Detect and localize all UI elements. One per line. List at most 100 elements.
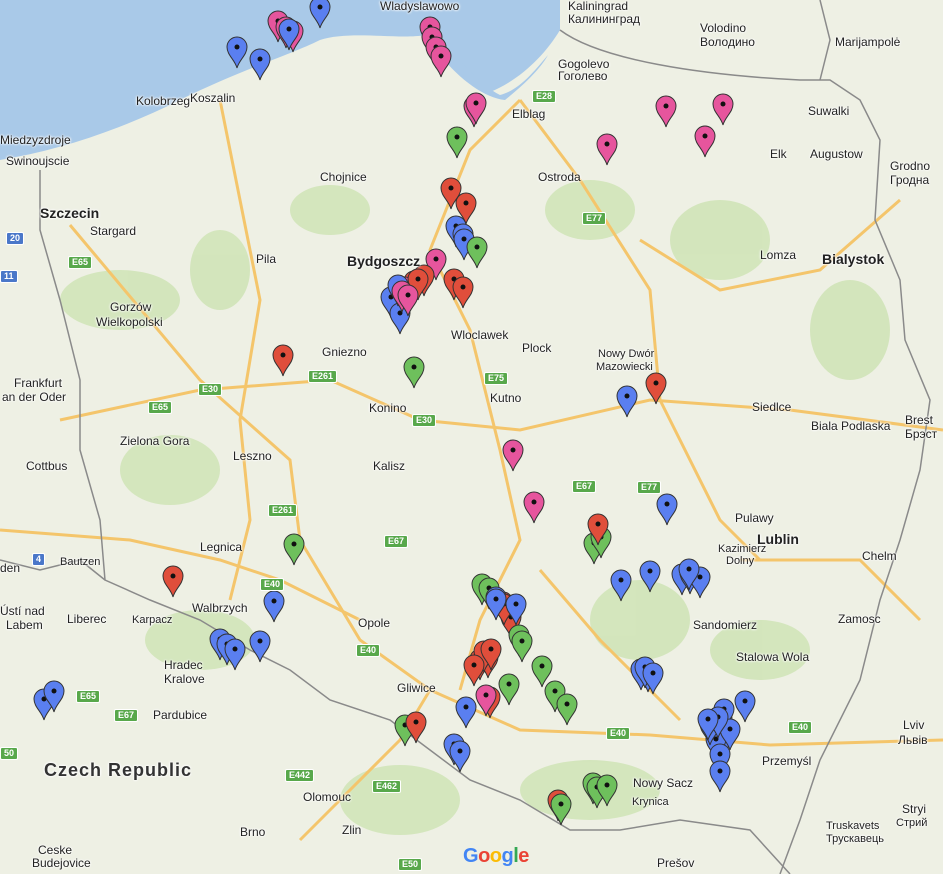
road-shield: E65 xyxy=(76,690,101,703)
road-shield: E40 xyxy=(788,721,813,734)
place-label: Volodino xyxy=(700,21,747,35)
place-label: Kolobrzeg xyxy=(136,94,191,108)
place-label: Gliwice xyxy=(397,681,436,695)
place-label: Marijampolė xyxy=(835,35,901,49)
road-shield: 20 xyxy=(6,232,25,245)
road-shield: 11 xyxy=(0,270,18,283)
place-label: Brest xyxy=(905,413,934,427)
google-logo: Google xyxy=(463,845,529,867)
place-label: Стрий xyxy=(896,817,928,829)
place-label: Leszno xyxy=(233,449,272,463)
place-label: Брэст xyxy=(905,427,938,441)
place-label: Stalowa Wola xyxy=(736,650,810,664)
road-shield: E40 xyxy=(356,644,381,657)
place-label: Wielkopolski xyxy=(96,315,163,329)
place-label: Czech Republic xyxy=(44,760,193,780)
road-shield: E462 xyxy=(372,780,402,793)
road-shield: E67 xyxy=(384,535,409,548)
place-label: Karpacz xyxy=(132,614,173,626)
place-label: Labem xyxy=(6,618,43,632)
place-label: Chelm xyxy=(862,549,897,563)
place-label: den xyxy=(0,561,21,575)
place-label: Володино xyxy=(700,35,755,49)
place-label: Львів xyxy=(898,733,928,747)
place-label: Wloclawek xyxy=(451,328,509,342)
place-label: Kralove xyxy=(164,672,205,686)
road-shield: E65 xyxy=(68,256,93,269)
place-label: Nowy Sacz xyxy=(633,776,694,790)
place-label: Przemyśl xyxy=(762,754,812,768)
place-label: Frankfurt xyxy=(14,376,63,390)
place-label: Szczecin xyxy=(40,205,100,221)
place-label: Ústí nad xyxy=(0,604,45,618)
road-shield: E261 xyxy=(308,370,338,383)
place-label: Walbrzych xyxy=(192,601,248,615)
road-shield: 4 xyxy=(32,553,46,566)
place-label: Lviv xyxy=(903,718,925,732)
place-label: Pulawy xyxy=(735,511,774,525)
road-shield: 50 xyxy=(0,747,19,760)
road-shield: E28 xyxy=(532,90,557,103)
place-label: Prešov xyxy=(657,856,695,870)
place-label: Zlin xyxy=(342,823,362,837)
place-label: Elk xyxy=(770,147,787,161)
place-label: Gniezno xyxy=(322,345,367,359)
place-label: Kalisz xyxy=(373,459,406,473)
place-label: Krynica xyxy=(632,796,669,808)
place-label: Bautzen xyxy=(60,556,101,568)
place-label: Legnica xyxy=(200,540,243,554)
road-shield: E67 xyxy=(572,480,597,493)
place-label: Augustow xyxy=(810,147,863,161)
place-label: Ostroda xyxy=(538,170,581,184)
road-shield: E40 xyxy=(260,578,285,591)
place-label: Трускавець xyxy=(826,833,885,845)
place-label: Konino xyxy=(369,401,407,415)
place-label: Pardubice xyxy=(153,708,208,722)
place-label: Koszalin xyxy=(190,91,236,105)
place-label: Cottbus xyxy=(26,459,68,473)
place-label: Biala Podlaska xyxy=(811,419,891,433)
place-label: Truskavets xyxy=(826,820,880,832)
road-shield: E50 xyxy=(398,858,423,871)
place-label: Bydgoszcz xyxy=(347,253,421,269)
place-label: Гродна xyxy=(890,173,930,187)
place-label: Plock xyxy=(522,341,552,355)
place-label: Budejovice xyxy=(32,856,91,870)
place-label: Калининград xyxy=(568,12,641,26)
road-shield: E77 xyxy=(582,212,607,225)
road-shield: E30 xyxy=(198,383,223,396)
place-label: Pila xyxy=(256,252,277,266)
place-label: Elblag xyxy=(512,107,546,121)
place-label: Stryi xyxy=(902,802,926,816)
road-shield: E65 xyxy=(148,401,173,414)
place-label: Brno xyxy=(240,825,266,839)
place-label: Zamosc xyxy=(838,612,881,626)
place-label: Гоголево xyxy=(558,69,608,83)
place-label: Nowy Dwór xyxy=(598,348,655,360)
road-shield: E40 xyxy=(606,727,631,740)
place-label: Hradec xyxy=(164,658,203,672)
place-label: Lomza xyxy=(760,248,797,262)
place-label: Dolny xyxy=(726,555,755,567)
place-label: Chojnice xyxy=(320,170,367,184)
place-label: Bialystok xyxy=(822,251,885,267)
place-label: Sandomierz xyxy=(693,618,758,632)
place-label: Zielona Gora xyxy=(120,434,190,448)
road-shield: E67 xyxy=(114,709,139,722)
place-label: Swinoujscie xyxy=(6,154,70,168)
place-label: Mazowiecki xyxy=(596,361,653,373)
road-shield: E261 xyxy=(268,504,298,517)
place-label: Liberec xyxy=(67,612,107,626)
place-label: Kutno xyxy=(490,391,522,405)
place-label: Grodno xyxy=(890,159,931,173)
place-label: Opole xyxy=(358,616,391,630)
road-shield: E77 xyxy=(637,481,662,494)
place-label: Olomouc xyxy=(303,790,352,804)
road-shield: E75 xyxy=(484,372,509,385)
road-shield: E442 xyxy=(285,769,315,782)
place-label: an der Oder xyxy=(2,390,67,404)
place-label: Suwalki xyxy=(808,104,850,118)
road-shield: E30 xyxy=(412,414,437,427)
place-label: Wladyslawowo xyxy=(380,0,460,13)
place-label: Stargard xyxy=(90,224,137,238)
